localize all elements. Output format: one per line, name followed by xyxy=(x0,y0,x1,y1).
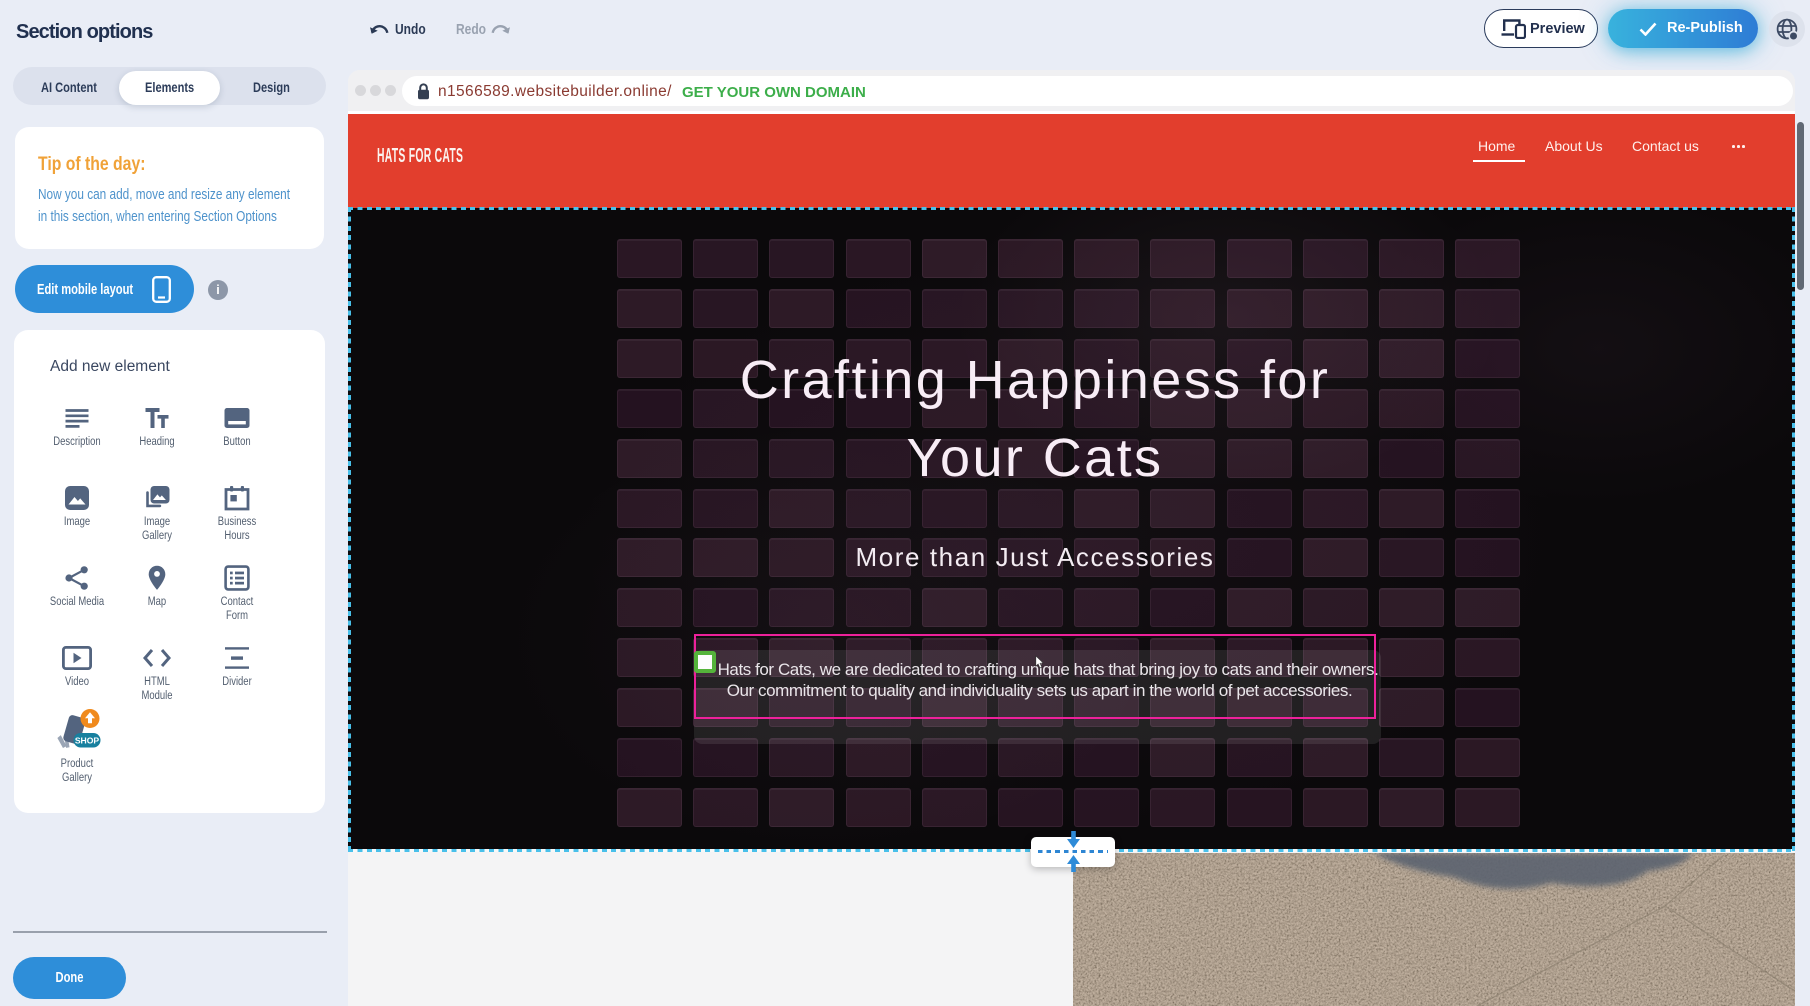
svg-text:SHOP: SHOP xyxy=(75,736,100,746)
